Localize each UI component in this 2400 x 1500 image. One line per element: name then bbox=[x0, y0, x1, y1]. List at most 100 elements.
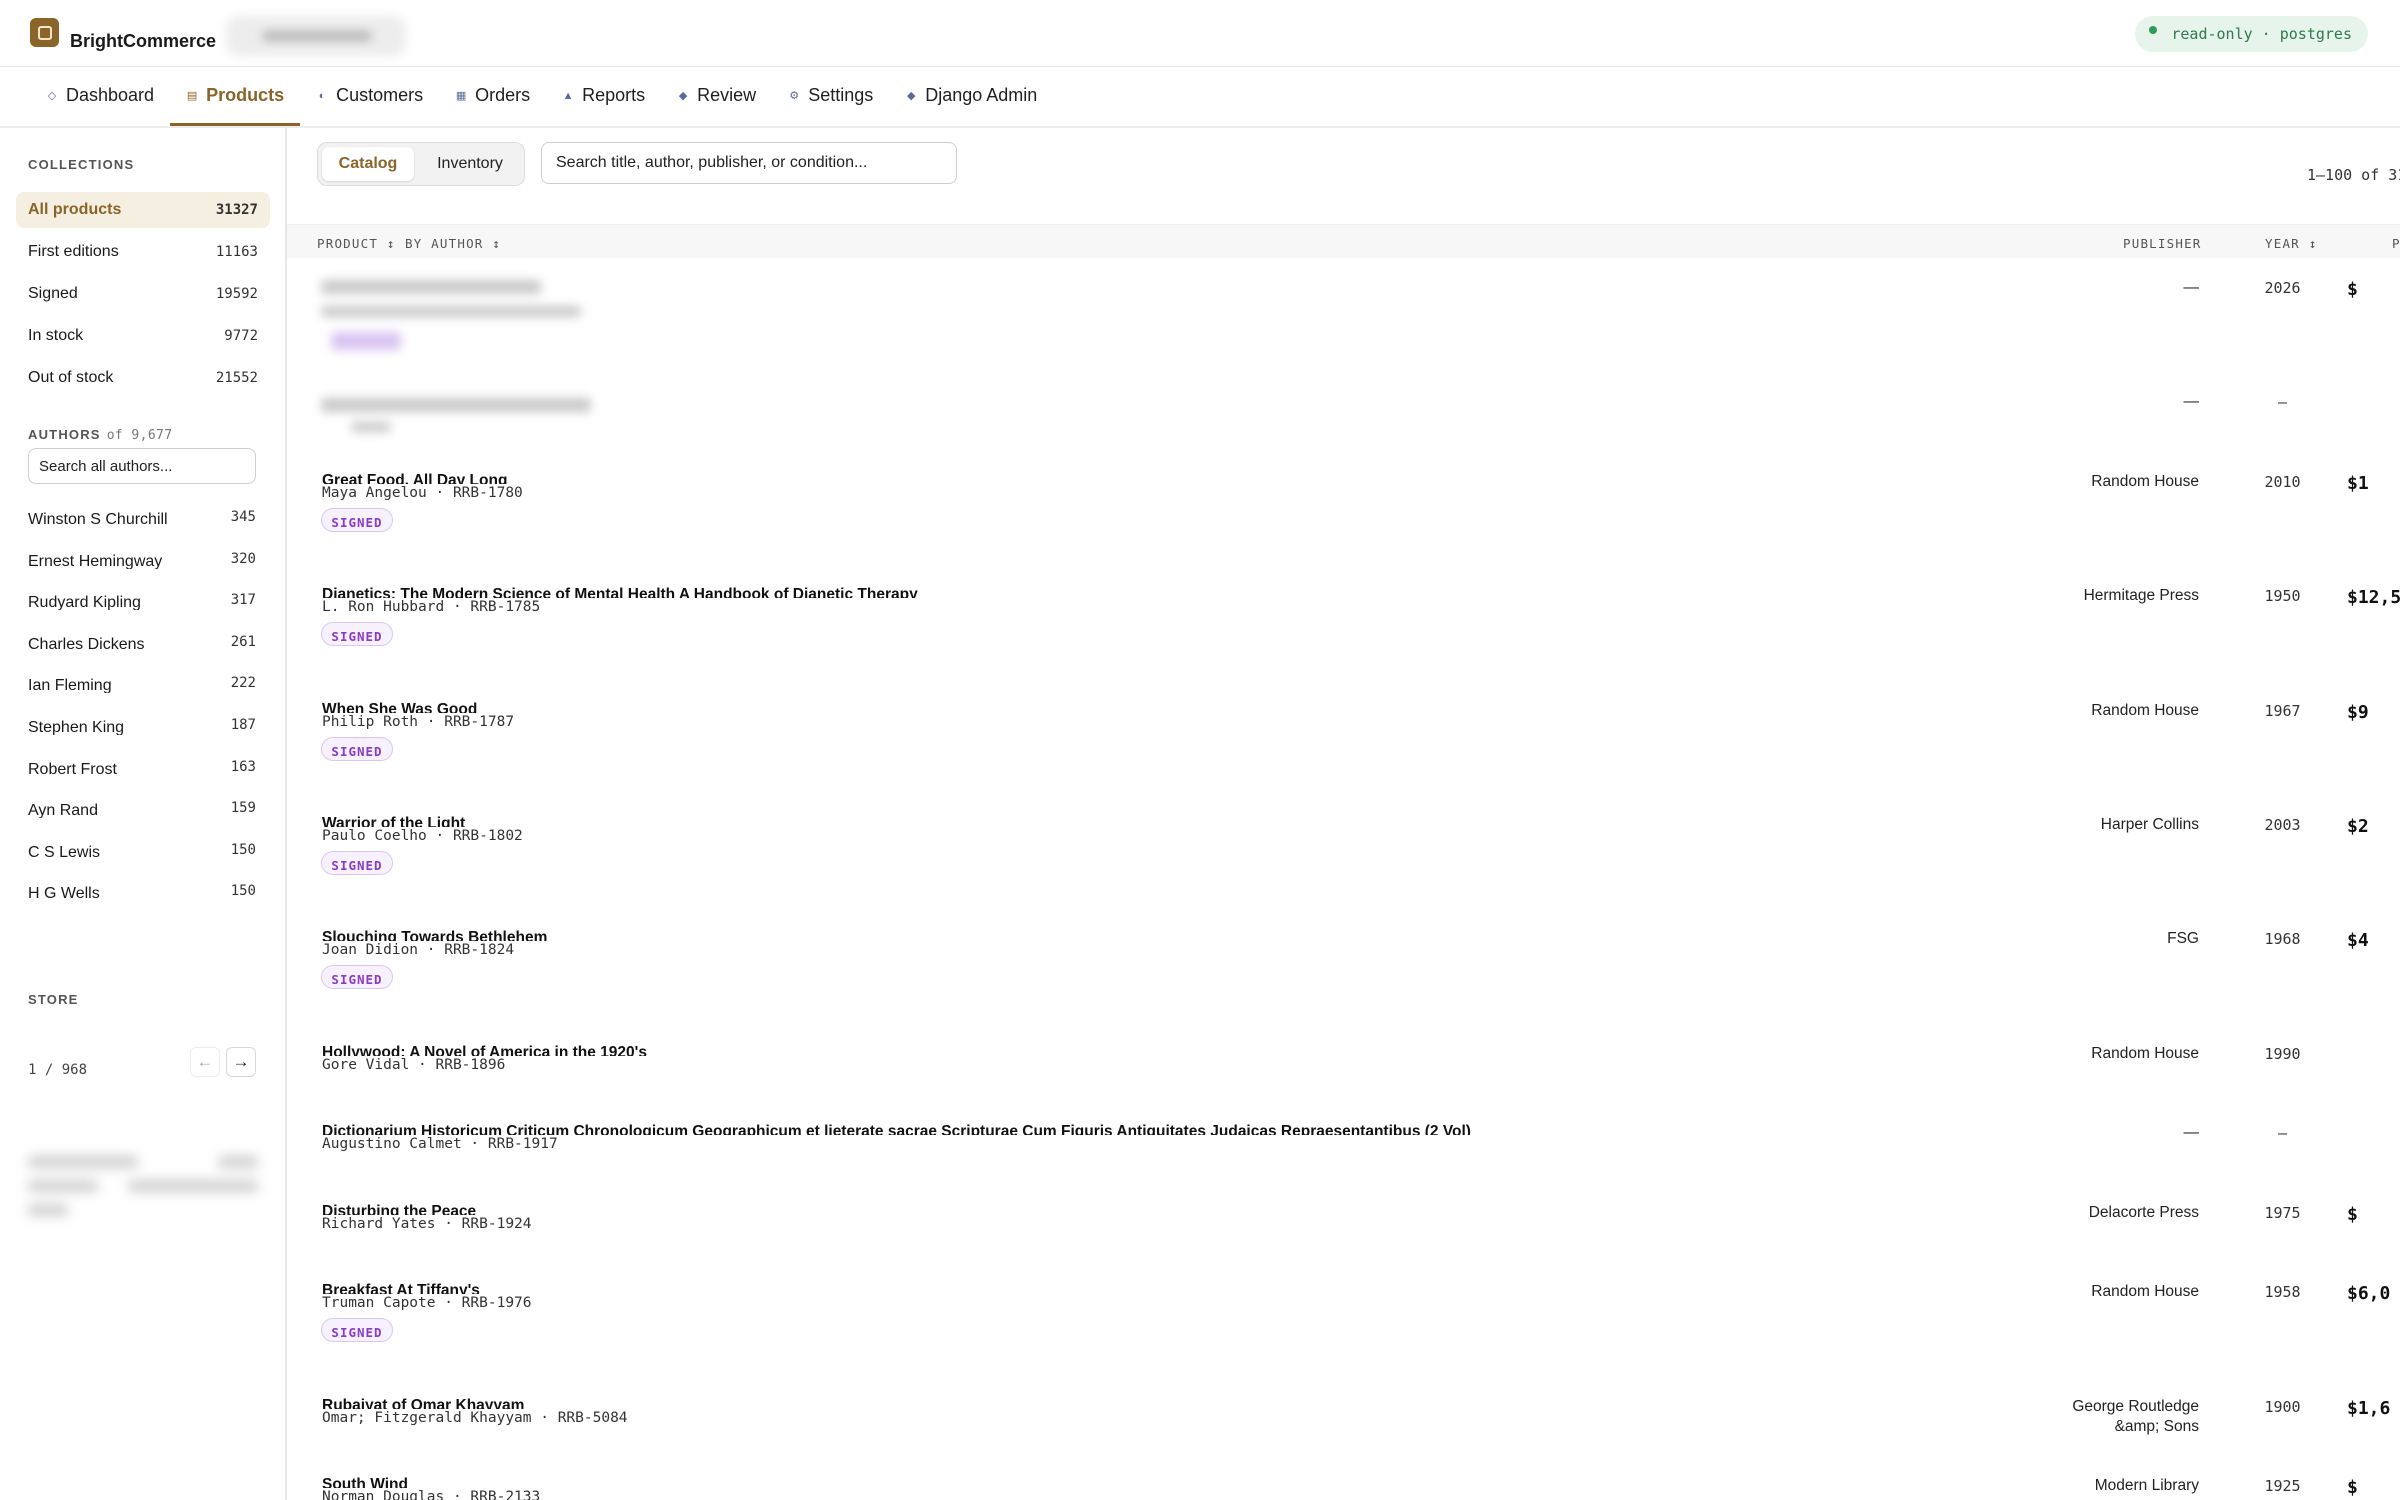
authors-total: of 9,677 bbox=[106, 428, 173, 443]
table-row[interactable]: Disturbing the Peace Richard Yates · RRB-… bbox=[287, 1183, 2400, 1263]
table-row[interactable]: Hollywood: A Novel of America in the 192… bbox=[287, 1024, 2400, 1104]
author-name: Robert Frost bbox=[28, 760, 117, 777]
table-row[interactable]: When She Was Good Philip Roth · RRB-1787 S… bbox=[287, 681, 2400, 796]
author-prev-button[interactable]: ← bbox=[190, 1047, 220, 1077]
logo-icon[interactable] bbox=[30, 18, 59, 47]
author-item[interactable]: H G Wells 150 bbox=[28, 873, 256, 901]
tab-review[interactable]: ◆ Review bbox=[661, 67, 772, 124]
product-meta: Augustino Calmet · RRB-1917 bbox=[322, 1136, 558, 1152]
publisher-cell: Random House bbox=[2091, 1283, 2199, 1300]
tab-label: Orders bbox=[475, 85, 531, 105]
author-item[interactable]: C S Lewis 150 bbox=[28, 832, 256, 860]
collection-item[interactable]: Signed 19592 bbox=[16, 276, 270, 312]
product-title[interactable]: Disturbing the Peace bbox=[322, 1203, 476, 1215]
signed-badge: SIGNED bbox=[321, 622, 393, 646]
table-row[interactable]: South Wind Norman Douglas · RRB-2133 Moder… bbox=[287, 1456, 2400, 1500]
product-title[interactable]: Great Food, All Day Long bbox=[322, 472, 507, 484]
author-name: Rudyard Kipling bbox=[28, 594, 141, 611]
main-nav: ◇ Dashboard ▤ Products ◐ Customers ▦ Orders ▲ Rep… bbox=[0, 67, 2400, 128]
product-meta: Richard Yates · RRB-1924 bbox=[322, 1216, 532, 1232]
table-row[interactable]: Dictionarium Historicum Criticum Chronol… bbox=[287, 1103, 2400, 1184]
price-cell: $2 bbox=[2347, 816, 2369, 837]
collection-label: Out of stock bbox=[28, 369, 114, 386]
author-count: 150 bbox=[230, 841, 256, 858]
settings-icon: ⚙ bbox=[789, 90, 800, 102]
product-title[interactable]: Slouching Towards Bethlehem bbox=[322, 929, 547, 941]
author-item[interactable]: Robert Frost 163 bbox=[28, 749, 256, 777]
year-cell: 2010 bbox=[2264, 473, 2301, 491]
table-row[interactable]: — 2026 $ bbox=[287, 258, 2400, 373]
table-row[interactable]: Slouching Towards Bethlehem Joan Didion ·… bbox=[287, 909, 2400, 1025]
product-title[interactable]: Dictionarium Historicum Criticum Chronol… bbox=[322, 1123, 1471, 1135]
publisher-cell: — bbox=[2183, 393, 2200, 410]
catalog-tab[interactable]: Catalog bbox=[322, 147, 414, 181]
django-admin-icon: ◆ bbox=[907, 90, 916, 102]
tab-customers[interactable]: ◐ Customers bbox=[300, 67, 439, 124]
table-row[interactable]: Breakfast At Tiffany's Truman Capote · RR… bbox=[287, 1262, 2400, 1378]
author-count: 150 bbox=[230, 883, 256, 900]
author-count: 163 bbox=[230, 758, 256, 775]
product-title[interactable]: When She Was Good bbox=[322, 701, 477, 713]
brand-name[interactable]: BrightCommerce bbox=[70, 31, 216, 52]
author-item[interactable]: Ayn Rand 159 bbox=[28, 790, 256, 818]
collections-heading: COLLECTIONS bbox=[28, 157, 135, 172]
product-meta: Truman Capote · RRB-1976 bbox=[322, 1295, 532, 1311]
signed-badge: SIGNED bbox=[321, 508, 393, 532]
product-search-input[interactable] bbox=[541, 142, 957, 184]
collection-item[interactable]: In stock 9772 bbox=[16, 318, 270, 354]
tab-orders[interactable]: ▦ Orders bbox=[439, 67, 546, 124]
signed-badge: SIGNED bbox=[321, 1318, 393, 1342]
product-title[interactable]: Hollywood: A Novel of America in the 192… bbox=[322, 1044, 647, 1056]
product-title[interactable]: Rubaiyat of Omar Khayyam bbox=[322, 1397, 524, 1409]
author-search-input[interactable] bbox=[28, 448, 256, 484]
author-item[interactable]: Stephen King 187 bbox=[28, 707, 256, 735]
product-title[interactable]: South Wind bbox=[322, 1476, 408, 1488]
tab-dashboard[interactable]: ◇ Dashboard bbox=[30, 67, 170, 124]
author-item[interactable]: Ian Fleming 222 bbox=[28, 665, 256, 693]
tab-label: Review bbox=[697, 85, 757, 105]
table-row[interactable]: Warrior of the Light Paulo Coelho · RRB-1… bbox=[287, 795, 2400, 910]
author-item[interactable]: Charles Dickens 261 bbox=[28, 624, 256, 652]
year-cell: 1958 bbox=[2264, 1283, 2301, 1301]
tab-settings[interactable]: ⚙ Settings bbox=[772, 67, 889, 124]
author-item[interactable]: Rudyard Kipling 317 bbox=[28, 582, 256, 610]
sidebar: COLLECTIONS All products 31327 First editi… bbox=[0, 128, 287, 1500]
tab-reports[interactable]: ▲ Reports bbox=[546, 67, 661, 124]
price-column-header[interactable]: P bbox=[2392, 236, 2400, 251]
year-column-header[interactable]: YEAR ↕ bbox=[2265, 236, 2317, 251]
publisher-cell: Delacorte Press bbox=[2088, 1204, 2199, 1221]
author-item[interactable]: Ernest Hemingway 320 bbox=[28, 541, 256, 569]
tab-django-admin[interactable]: ◆ Django Admin bbox=[889, 67, 1053, 124]
store-switcher[interactable] bbox=[226, 16, 406, 56]
by-author-column-header[interactable]: BY AUTHOR ↕ bbox=[405, 236, 501, 251]
author-name: Ian Fleming bbox=[28, 677, 112, 694]
collection-item[interactable]: First editions 11163 bbox=[16, 234, 270, 270]
author-item[interactable]: Winston S Churchill 345 bbox=[28, 499, 256, 527]
status-dot-icon bbox=[2149, 26, 2158, 34]
product-title[interactable]: Warrior of the Light bbox=[322, 815, 465, 827]
collection-label: All products bbox=[28, 201, 122, 218]
inventory-tab[interactable]: Inventory bbox=[418, 147, 522, 181]
product-title[interactable]: Dianetics: The Modern Science of Mental … bbox=[322, 586, 918, 598]
author-name: Winston S Churchill bbox=[28, 511, 168, 527]
price-cell: $ bbox=[2347, 1204, 2358, 1225]
products-panel: Catalog Inventory 1–100 of 31 PRODUCT ↕ … bbox=[287, 128, 2400, 1500]
review-icon: ◆ bbox=[678, 90, 688, 102]
year-cell: 1925 bbox=[2264, 1477, 2301, 1495]
customers-icon: ◐ bbox=[318, 89, 326, 102]
table-row[interactable]: Dianetics: The Modern Science of Mental … bbox=[287, 566, 2400, 682]
collection-item[interactable]: Out of stock 21552 bbox=[16, 360, 270, 396]
table-row[interactable]: — — bbox=[287, 372, 2400, 453]
collection-item[interactable]: All products 31327 bbox=[16, 192, 270, 228]
author-next-button[interactable]: → bbox=[226, 1047, 256, 1077]
table-row[interactable]: Great Food, All Day Long Maya Angelou · R… bbox=[287, 452, 2400, 567]
publisher-cell: Modern Library bbox=[2094, 1477, 2199, 1494]
year-cell: 1975 bbox=[2264, 1204, 2301, 1222]
tab-products[interactable]: ▤ Products bbox=[170, 67, 301, 126]
product-title[interactable]: Breakfast At Tiffany's bbox=[322, 1282, 480, 1294]
product-column-header[interactable]: PRODUCT ↕ bbox=[317, 236, 396, 251]
table-row[interactable]: Rubaiyat of Omar Khayyam Omar; Fitzgerald… bbox=[287, 1377, 2400, 1457]
product-meta: Gore Vidal · RRB-1896 bbox=[322, 1057, 506, 1073]
year-cell: 1967 bbox=[2264, 702, 2301, 720]
reports-icon: ▲ bbox=[562, 89, 574, 102]
